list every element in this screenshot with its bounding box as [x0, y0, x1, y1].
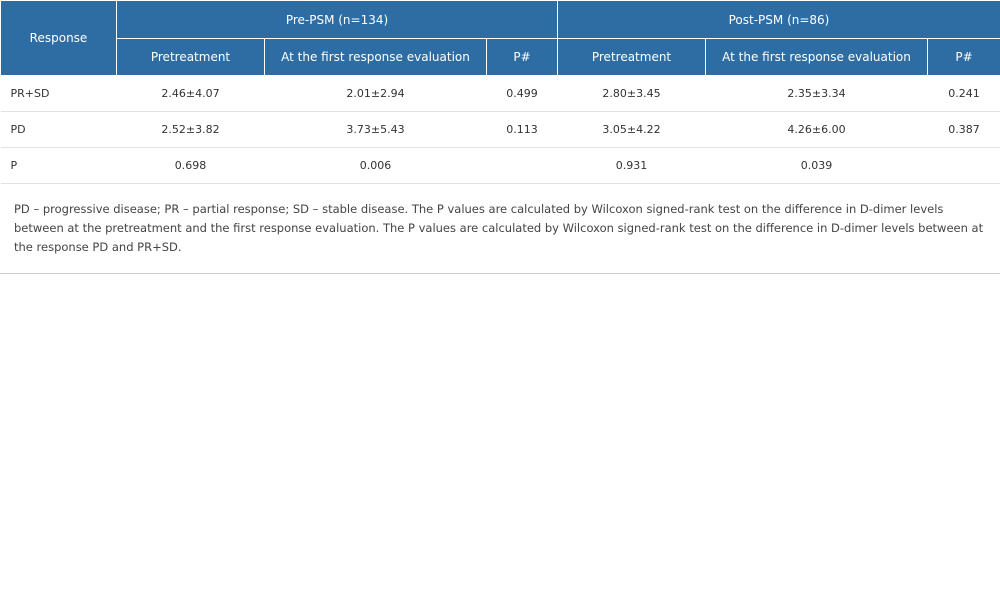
header-post-pretreatment: Pretreatment	[557, 38, 706, 76]
results-table: Response Pre-PSM (n=134) Post-PSM (n=86)…	[0, 0, 1000, 184]
header-group-post-psm: Post-PSM (n=86)	[557, 0, 1000, 39]
table-cell	[486, 147, 558, 184]
header-row-groups: Response Pre-PSM (n=134) Post-PSM (n=86)	[0, 0, 1000, 76]
header-response: Response	[0, 0, 117, 76]
table-cell: 2.01±2.94	[264, 75, 487, 112]
row-label: PR+SD	[0, 75, 117, 112]
header-post-p: P#	[927, 38, 1000, 76]
table-footnote: PD – progressive disease; PR – partial r…	[0, 184, 1000, 274]
table-cell: 0.241	[927, 75, 1000, 112]
row-label: P	[0, 147, 117, 184]
results-table-container: Response Pre-PSM (n=134) Post-PSM (n=86)…	[0, 0, 1000, 274]
table-cell: 3.73±5.43	[264, 111, 487, 148]
table-cell: 0.499	[486, 75, 558, 112]
table-cell: 2.46±4.07	[116, 75, 265, 112]
table-cell: 0.698	[116, 147, 265, 184]
header-pre-pretreatment: Pretreatment	[116, 38, 265, 76]
header-post-first-evaluation: At the first response evaluation	[705, 38, 928, 76]
row-label: PD	[0, 111, 117, 148]
table-cell	[927, 147, 1000, 184]
table-cell: 0.113	[486, 111, 558, 148]
table-cell: 4.26±6.00	[705, 111, 928, 148]
table-cell: 0.931	[557, 147, 706, 184]
header-row-subcolumns: Pretreatment At the first response evalu…	[1, 38, 1000, 76]
table-cell: 2.35±3.34	[705, 75, 928, 112]
table-cell: 0.006	[264, 147, 487, 184]
header-group-pre-psm: Pre-PSM (n=134)	[116, 0, 558, 39]
header-pre-first-evaluation: At the first response evaluation	[264, 38, 487, 76]
header-pre-p: P#	[486, 38, 558, 76]
table-row: P 0.698 0.006 0.931 0.039	[0, 147, 1000, 184]
table-cell: 2.52±3.82	[116, 111, 265, 148]
table-cell: 2.80±3.45	[557, 75, 706, 112]
table-cell: 0.387	[927, 111, 1000, 148]
table-cell: 0.039	[705, 147, 928, 184]
table-row: PD 2.52±3.82 3.73±5.43 0.113 3.05±4.22 4…	[0, 111, 1000, 148]
table-row: PR+SD 2.46±4.07 2.01±2.94 0.499 2.80±3.4…	[0, 75, 1000, 112]
table-cell: 3.05±4.22	[557, 111, 706, 148]
